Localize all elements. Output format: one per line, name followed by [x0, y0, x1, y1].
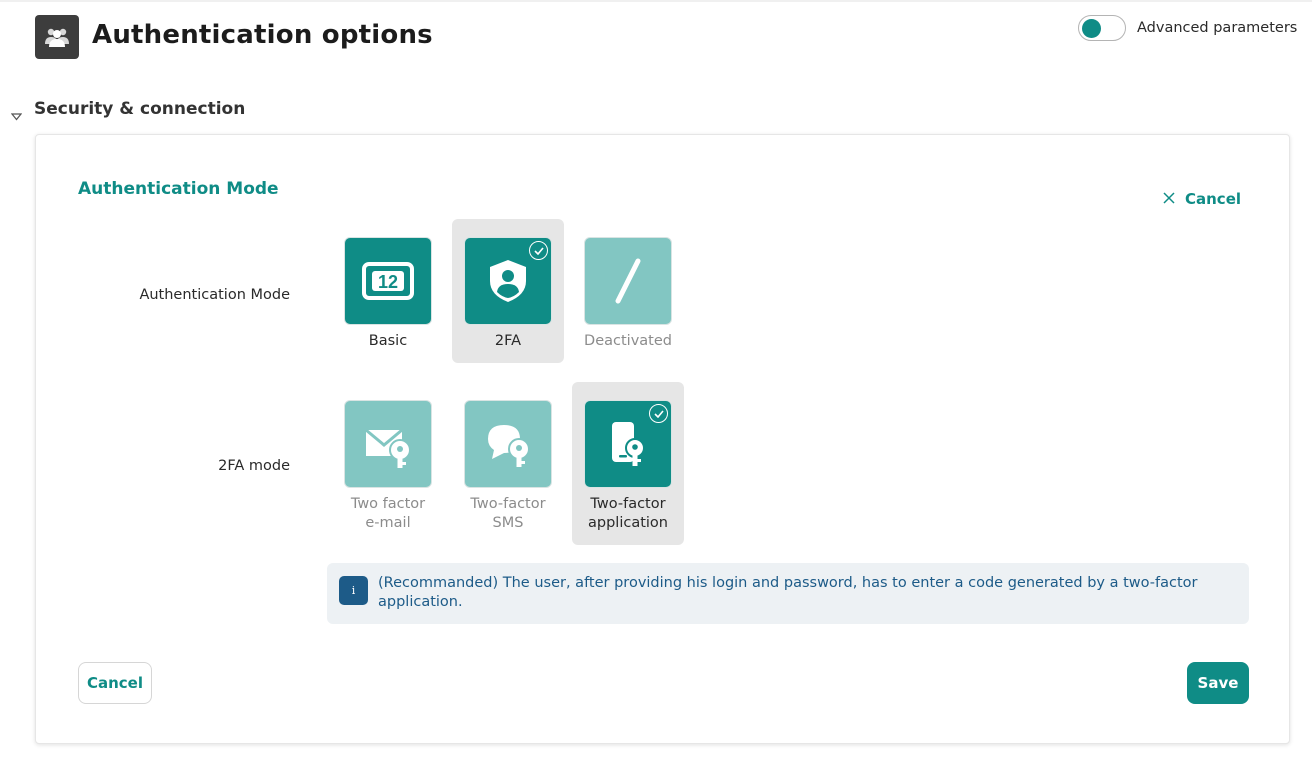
twofa-option-sms-label: Two-factor SMS: [470, 495, 545, 533]
auth-option-basic[interactable]: 12 Basic: [332, 219, 444, 363]
info-text: (Recommanded) The user, after providing …: [378, 575, 1198, 610]
advanced-parameters-control: Advanced parameters: [1078, 15, 1297, 41]
twofa-option-application[interactable]: Two-factor application: [572, 382, 684, 545]
close-icon: [1163, 189, 1175, 208]
twofa-option-sms[interactable]: Two-factor SMS: [452, 382, 564, 545]
cancel-link[interactable]: Cancel: [1163, 189, 1241, 208]
twofa-option-email[interactable]: Two factor e-mail: [332, 382, 444, 545]
auth-option-2fa-label: 2FA: [494, 333, 522, 349]
phone-key-icon: [584, 400, 672, 488]
auth-mode-label: Authentication Mode: [139, 287, 290, 303]
twofa-option-email-line2: e-mail: [365, 515, 411, 531]
advanced-parameters-label: Advanced parameters: [1137, 20, 1298, 36]
caret-down-icon[interactable]: [10, 106, 23, 125]
twofa-option-application-label: Two-factor application: [588, 495, 668, 533]
save-button[interactable]: Save: [1187, 662, 1249, 704]
panel-title: Authentication Mode: [78, 179, 279, 199]
twofa-mode-label: 2FA mode: [218, 458, 290, 474]
auth-option-2fa[interactable]: 2FA: [452, 219, 564, 363]
info-message: i (Recommanded) The user, after providin…: [327, 563, 1249, 624]
info-icon: i: [339, 576, 368, 605]
svg-text:12: 12: [378, 272, 398, 292]
auth-option-deactivated-label: Deactivated: [584, 333, 672, 349]
auth-option-deactivated[interactable]: Deactivated: [572, 219, 684, 363]
page-title: Authentication options: [92, 20, 433, 50]
chat-key-icon: [464, 400, 552, 488]
twofa-option-application-line1: Two-factor: [590, 496, 666, 512]
section-title[interactable]: Security & connection: [34, 99, 245, 119]
twofa-option-sms-line2: SMS: [492, 515, 524, 531]
cancel-link-label: Cancel: [1185, 189, 1242, 208]
authentication-panel: Authentication Mode Cancel Authenticatio…: [35, 134, 1290, 744]
mail-key-icon: [344, 400, 432, 488]
check-icon: [529, 241, 548, 260]
twofa-option-sms-line1: Two-factor: [470, 496, 546, 512]
toggle-knob: [1082, 18, 1101, 38]
users-icon: [35, 15, 79, 59]
keypad-code-icon: 12: [344, 237, 432, 325]
twofa-option-application-line2: application: [588, 515, 668, 531]
slash-icon: [584, 237, 672, 325]
twofa-option-email-label: Two factor e-mail: [351, 495, 425, 533]
auth-option-basic-label: Basic: [368, 333, 408, 349]
shield-user-icon: [464, 237, 552, 325]
check-icon: [649, 404, 668, 423]
top-divider: [0, 0, 1312, 2]
advanced-parameters-toggle[interactable]: [1078, 15, 1126, 41]
cancel-button[interactable]: Cancel: [78, 662, 152, 704]
twofa-option-email-line1: Two factor: [350, 496, 426, 512]
